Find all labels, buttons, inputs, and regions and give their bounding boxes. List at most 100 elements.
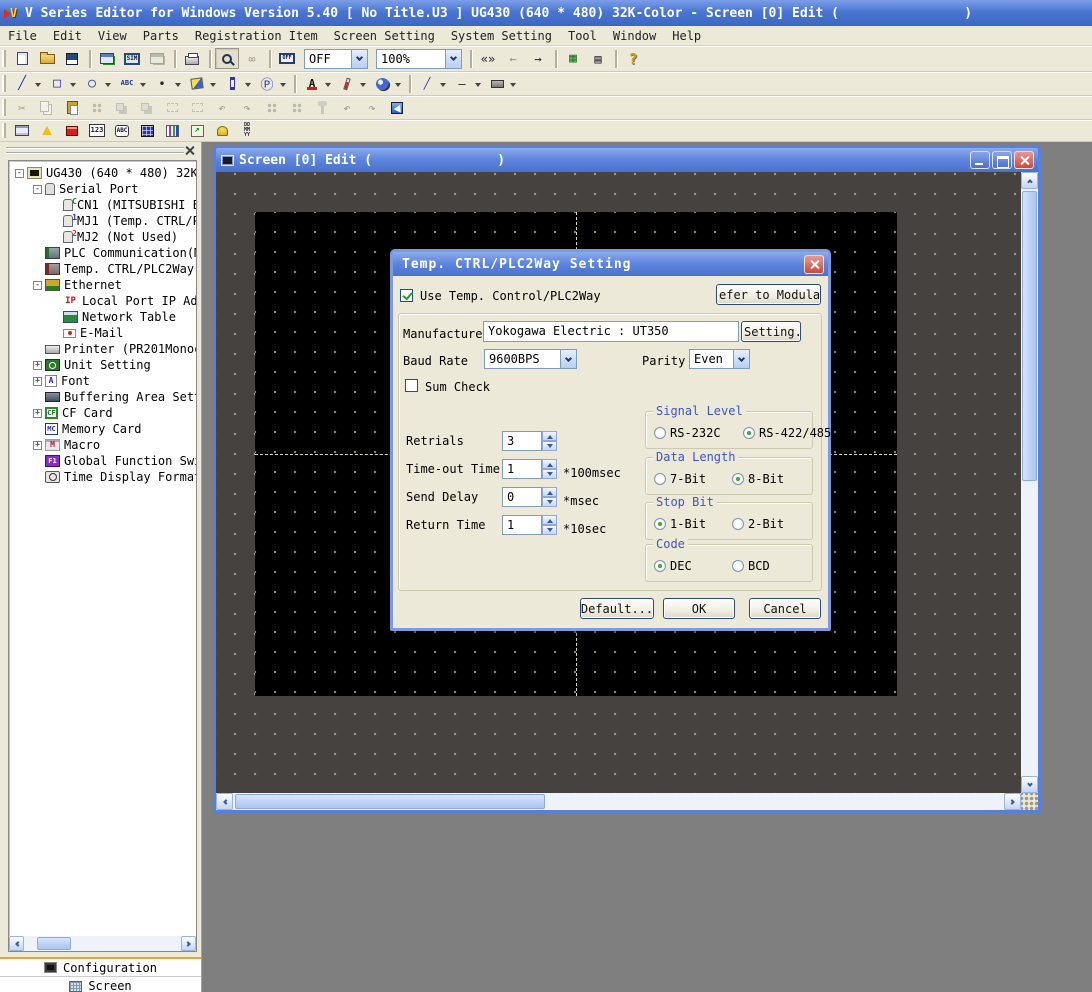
horizontal-scroll-thumb[interactable]	[235, 794, 545, 809]
tree-item-unit-setting[interactable]: +Unit Setting	[9, 357, 196, 373]
time-out-time-spinner[interactable]	[542, 459, 557, 479]
rs-422-485-radio-option[interactable]: RS-422/485	[743, 426, 831, 440]
switch-part-button[interactable]	[10, 120, 34, 141]
tree-item-macro[interactable]: +Macro	[9, 437, 196, 453]
radio-icon[interactable]	[654, 473, 666, 485]
scroll-right-arrow[interactable]	[1004, 793, 1021, 810]
collapse-toggle[interactable]: -	[33, 281, 42, 290]
time-out-time-field[interactable]: 1	[502, 459, 542, 479]
zoom-tool-button[interactable]	[215, 48, 239, 69]
dec-radio-option[interactable]: DEC	[654, 559, 692, 573]
item-list-button[interactable]: ▦	[561, 48, 585, 69]
group-button[interactable]	[160, 97, 184, 118]
maximize-button[interactable]	[992, 151, 1012, 169]
dot-tool-dropdown-arrow[interactable]	[175, 83, 181, 90]
palette-button[interactable]	[370, 73, 394, 94]
tile-horizontal-button[interactable]	[260, 97, 284, 118]
text-tool-button[interactable]: ABC	[115, 73, 139, 94]
rs-232c-radio-option[interactable]: RS-232C	[654, 426, 721, 440]
help-button[interactable]: ?	[621, 48, 645, 69]
line-color-dropdown-arrow[interactable]	[440, 83, 446, 90]
calendar-part-button[interactable]: DD MM YY	[235, 120, 259, 141]
print-button[interactable]	[180, 48, 204, 69]
tree-item-ethernet[interactable]: -Ethernet	[9, 277, 196, 293]
send-delay-field[interactable]: 0	[502, 487, 542, 507]
tree-item-e-mail[interactable]: E-Mail	[9, 325, 196, 341]
spin-up-button[interactable]	[542, 459, 557, 469]
rotate-right-button[interactable]: ↷	[235, 97, 259, 118]
char-display-part-button[interactable]: ABC	[110, 120, 134, 141]
open-file-button[interactable]	[35, 48, 59, 69]
manufacture-setting-button[interactable]: Setting...	[741, 321, 801, 342]
vertical-scroll-thumb[interactable]	[1022, 191, 1037, 481]
scroll-down-arrow[interactable]	[1021, 776, 1038, 793]
8-bit-radio-option[interactable]: 8-Bit	[732, 472, 784, 486]
return-time-spinner[interactable]	[542, 515, 557, 535]
back-button[interactable]: ←	[501, 48, 525, 69]
keypad-part-button[interactable]	[135, 120, 159, 141]
menu-window[interactable]: Window	[605, 29, 664, 43]
tree-item-network-table[interactable]: Network Table	[9, 309, 196, 325]
undo-button[interactable]: ↶	[335, 97, 359, 118]
radio-icon[interactable]	[654, 560, 666, 572]
manufacture-field[interactable]: Yokogawa Electric : UT350	[483, 321, 739, 342]
zoom-level-select[interactable]: 100%	[376, 49, 462, 69]
tree-horizontal-scrollbar[interactable]	[9, 936, 196, 951]
tree-item-buffering-area-sett[interactable]: Buffering Area Sett	[9, 389, 196, 405]
menu-parts[interactable]: Parts	[135, 29, 187, 43]
radio-icon[interactable]	[743, 427, 755, 439]
char-color-dropdown-arrow[interactable]	[325, 83, 331, 90]
panel-tab-configuration[interactable]: Configuration	[0, 957, 201, 976]
toolbar-grip[interactable]	[2, 99, 6, 115]
collapse-toggle[interactable]: -	[15, 169, 24, 178]
graph-part-button[interactable]	[160, 120, 184, 141]
spin-up-button[interactable]	[542, 431, 557, 441]
panel-close-icon[interactable]	[184, 145, 195, 156]
alarm-part-button[interactable]	[60, 120, 84, 141]
tree-item-mj2-not-used[interactable]: MJ2 (Not Used)	[9, 229, 196, 245]
menu-view[interactable]: View	[90, 29, 135, 43]
screen-edit-titlebar[interactable]: Screen [0] Edit ( )	[216, 148, 1038, 172]
cancel-button[interactable]: Cancel	[749, 598, 821, 619]
p-mark-tool-dropdown-arrow[interactable]	[280, 83, 286, 90]
paint-tool-button[interactable]	[185, 73, 209, 94]
resize-grip[interactable]	[1021, 793, 1038, 810]
p-mark-tool-button[interactable]: Ⓟ	[255, 73, 279, 94]
menu-system-setting[interactable]: System Setting	[443, 29, 560, 43]
paint-tool-dropdown-arrow[interactable]	[210, 83, 216, 90]
default-button[interactable]: Default...	[580, 598, 654, 619]
bring-front-button[interactable]	[110, 97, 134, 118]
cut-button[interactable]: ✂	[10, 97, 34, 118]
line-style-dropdown-arrow[interactable]	[475, 83, 481, 90]
tree-item-font[interactable]: +Font	[9, 373, 196, 389]
7-bit-radio-option[interactable]: 7-Bit	[654, 472, 706, 486]
pan-tool-button[interactable]: ∞	[240, 48, 264, 69]
minimize-button[interactable]	[970, 151, 990, 169]
rect-tool-button[interactable]: □	[45, 73, 69, 94]
off-indicator-button[interactable]: OFF	[275, 48, 299, 69]
ellipse-tool-dropdown-arrow[interactable]	[105, 83, 111, 90]
line-style-button[interactable]: —	[450, 73, 474, 94]
ok-button[interactable]: OK	[663, 598, 735, 619]
1-bit-radio-option[interactable]: 1-Bit	[654, 517, 706, 531]
off-mode-dropdown-arrow[interactable]	[351, 50, 367, 68]
line-tool-button[interactable]: ╱	[10, 73, 34, 94]
horizontal-scrollbar[interactable]	[216, 793, 1021, 810]
trend-part-button[interactable]: ↗	[185, 120, 209, 141]
new-file-button[interactable]	[10, 48, 34, 69]
menu-registration-item[interactable]: Registration Item	[187, 29, 326, 43]
zoom-dropdown-arrow[interactable]	[445, 50, 461, 68]
char-color-button[interactable]: A	[300, 73, 324, 94]
simulator-button[interactable]: SIM	[120, 48, 144, 69]
bcd-radio-option[interactable]: BCD	[732, 559, 770, 573]
collapse-toggle[interactable]: -	[33, 185, 42, 194]
forward-button[interactable]: →	[526, 48, 550, 69]
transfer-download-button[interactable]	[95, 48, 119, 69]
expand-toggle[interactable]: +	[33, 377, 42, 386]
tree-item-cn1-mitsubishi-e[interactable]: CN1 (MITSUBISHI E	[9, 197, 196, 213]
panel-grip[interactable]	[6, 147, 184, 154]
screen-jump-button[interactable]: «»	[476, 48, 500, 69]
rect-tool-dropdown-arrow[interactable]	[70, 83, 76, 90]
dialog-close-button[interactable]	[804, 255, 824, 274]
tree-item-global-function-swi[interactable]: Global Function Swi	[9, 453, 196, 469]
